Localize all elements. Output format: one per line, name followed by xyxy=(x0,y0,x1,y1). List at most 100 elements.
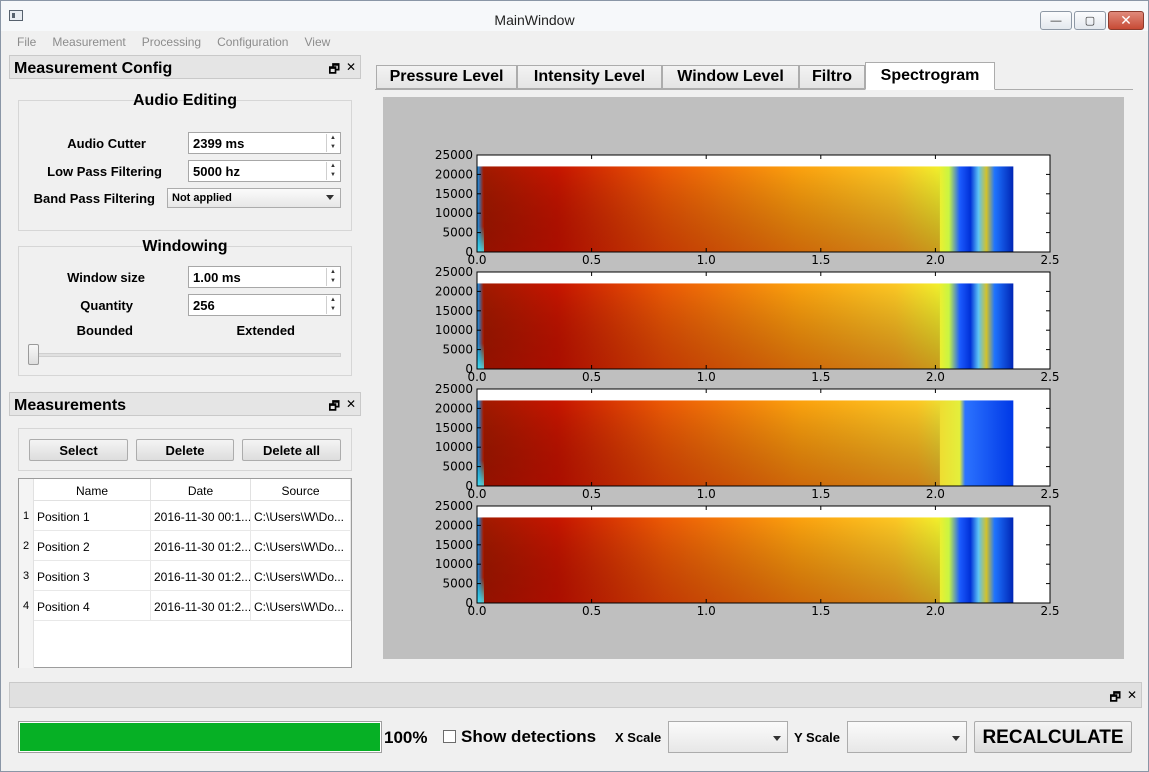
audio-editing-title: Audio Editing xyxy=(133,92,237,109)
window-size-value: 1.00 ms xyxy=(193,270,241,285)
spectrogram-lowfreq xyxy=(477,517,484,603)
table-cell-source[interactable]: C:\Users\W\Do... xyxy=(251,561,351,591)
x-tick-label: 2.5 xyxy=(1040,604,1059,618)
x-tick-label: 1.0 xyxy=(697,253,716,267)
x-tick-label: 0.5 xyxy=(582,604,601,618)
table-cell-source[interactable]: C:\Users\W\Do... xyxy=(251,501,351,531)
spectrogram-panel: 05000100001500020000250000.0 0.5 1.0 1.5 2.0… xyxy=(435,265,1060,384)
x-tick-label: 2.5 xyxy=(1040,487,1059,501)
audio-cutter-label: Audio Cutter xyxy=(67,136,146,151)
table-cell-date[interactable]: 2016-11-30 01:2... xyxy=(151,531,251,561)
measurements-table: Name Date Source 1 Position 1 2016-11-30… xyxy=(18,478,352,668)
y-tick-label: 5000 xyxy=(442,343,473,357)
tab-spectrogram[interactable]: Spectrogram xyxy=(865,62,995,90)
x-tick-label: 1.5 xyxy=(811,253,830,267)
spectrogram-shade xyxy=(484,283,940,369)
y-scale-combo[interactable] xyxy=(847,721,967,753)
row-number[interactable]: 1 xyxy=(19,501,34,531)
x-scale-label: X Scale xyxy=(615,730,662,745)
x-tick-label: 2.0 xyxy=(926,604,945,618)
row-number[interactable]: 3 xyxy=(19,561,34,591)
column-header-source[interactable]: Source xyxy=(251,479,351,501)
close-icon[interactable]: ✕ xyxy=(1127,688,1137,709)
band-pass-combo[interactable]: Not applied xyxy=(167,188,341,208)
spectrogram-panel: 05000100001500020000250000.0 0.5 1.0 1.5 2.0… xyxy=(435,148,1060,267)
x-tick-label: 0.5 xyxy=(582,370,601,384)
x-tick-label: 0.0 xyxy=(467,604,486,618)
low-pass-spinbox[interactable]: 5000 hz ▲ ▼ xyxy=(188,160,341,182)
table-cell-name[interactable]: Position 3 xyxy=(34,561,151,591)
progress-bar xyxy=(18,721,382,753)
maximize-button[interactable]: ▢ xyxy=(1074,11,1106,30)
menu-measurement[interactable]: Measurement xyxy=(44,32,133,52)
progress-fill xyxy=(20,723,380,751)
tab-intensity-level[interactable]: Intensity Level xyxy=(517,65,662,89)
float-icon[interactable]: 🗗 xyxy=(1110,688,1121,709)
menu-file[interactable]: File xyxy=(9,32,44,52)
y-tick-label: 25000 xyxy=(435,148,473,162)
low-pass-value: 5000 hz xyxy=(193,164,240,179)
table-cell-date[interactable]: 2016-11-30 01:2... xyxy=(151,591,251,621)
x-tick-label: 2.5 xyxy=(1040,370,1059,384)
table-cell-date[interactable]: 2016-11-30 00:1... xyxy=(151,501,251,531)
x-tick-label: 1.5 xyxy=(811,604,830,618)
table-cell-source[interactable]: C:\Users\W\Do... xyxy=(251,531,351,561)
table-cell-name[interactable]: Position 2 xyxy=(34,531,151,561)
tab-window-level[interactable]: Window Level xyxy=(662,65,799,89)
window-size-spinbox[interactable]: 1.00 ms ▲ ▼ xyxy=(188,266,341,288)
column-header-date[interactable]: Date xyxy=(151,479,251,501)
column-header-name[interactable]: Name xyxy=(34,479,151,501)
menu-processing[interactable]: Processing xyxy=(134,32,209,52)
show-detections-label[interactable]: Show detections xyxy=(461,727,596,747)
window-slider-handle[interactable] xyxy=(28,344,39,365)
recalculate-button[interactable]: RECALCULATE xyxy=(974,721,1132,753)
spin-arrows-icon[interactable]: ▲ ▼ xyxy=(326,162,339,180)
chevron-down-icon xyxy=(326,195,334,200)
minimize-button[interactable]: — xyxy=(1040,11,1072,30)
x-tick-label: 2.0 xyxy=(926,370,945,384)
quantity-spinbox[interactable]: 256 ▲ ▼ xyxy=(188,294,341,316)
y-tick-label: 25000 xyxy=(435,382,473,396)
delete-button[interactable]: Delete xyxy=(136,439,234,461)
spectrogram-panel: 05000100001500020000250000.0 0.5 1.0 1.5 2.0… xyxy=(435,382,1060,501)
float-icon[interactable]: 🗗 xyxy=(329,397,340,418)
close-button[interactable]: ✕ xyxy=(1108,11,1144,30)
close-icon[interactable]: ✕ xyxy=(346,60,356,81)
tab-pressure-level[interactable]: Pressure Level xyxy=(376,65,517,89)
x-tick-label: 1.0 xyxy=(697,487,716,501)
window-size-label: Window size xyxy=(67,270,145,285)
spin-arrows-icon[interactable]: ▲ ▼ xyxy=(326,134,339,152)
menu-configuration[interactable]: Configuration xyxy=(209,32,296,52)
spectrogram-shade xyxy=(484,517,940,603)
select-button[interactable]: Select xyxy=(29,439,128,461)
close-icon[interactable]: ✕ xyxy=(346,397,356,418)
row-number[interactable]: 2 xyxy=(19,531,34,561)
spin-arrows-icon[interactable]: ▲ ▼ xyxy=(326,268,339,286)
tab-filtro[interactable]: Filtro xyxy=(799,65,865,89)
table-cell-source[interactable]: C:\Users\W\Do... xyxy=(251,591,351,621)
show-detections-checkbox[interactable] xyxy=(443,730,456,743)
table-cell-date[interactable]: 2016-11-30 01:2... xyxy=(151,561,251,591)
y-tick-label: 10000 xyxy=(435,206,473,220)
y-tick-label: 15000 xyxy=(435,187,473,201)
window-title: MainWindow xyxy=(494,12,575,28)
window-slider-track[interactable] xyxy=(33,353,341,357)
spin-arrows-icon[interactable]: ▲ ▼ xyxy=(326,296,339,314)
float-icon[interactable]: 🗗 xyxy=(329,60,340,81)
quantity-value: 256 xyxy=(193,298,215,313)
windowing-title: Windowing xyxy=(142,238,228,255)
row-number[interactable]: 4 xyxy=(19,591,34,621)
main-window: MainWindow — ▢ ✕ File Measurement Proces… xyxy=(0,0,1149,772)
measurements-dock-title: Measurements 🗗 ✕ xyxy=(9,392,361,416)
x-tick-label: 2.5 xyxy=(1040,253,1059,267)
y-tick-label: 10000 xyxy=(435,440,473,454)
audio-cutter-spinbox[interactable]: 2399 ms ▲ ▼ xyxy=(188,132,341,154)
delete-all-button[interactable]: Delete all xyxy=(242,439,341,461)
y-tick-label: 15000 xyxy=(435,538,473,552)
x-scale-combo[interactable] xyxy=(668,721,788,753)
table-cell-name[interactable]: Position 1 xyxy=(34,501,151,531)
table-cell-name[interactable]: Position 4 xyxy=(34,591,151,621)
menu-view[interactable]: View xyxy=(296,32,338,52)
menu-bar: File Measurement Processing Configuratio… xyxy=(9,32,1142,52)
y-tick-label: 10000 xyxy=(435,323,473,337)
